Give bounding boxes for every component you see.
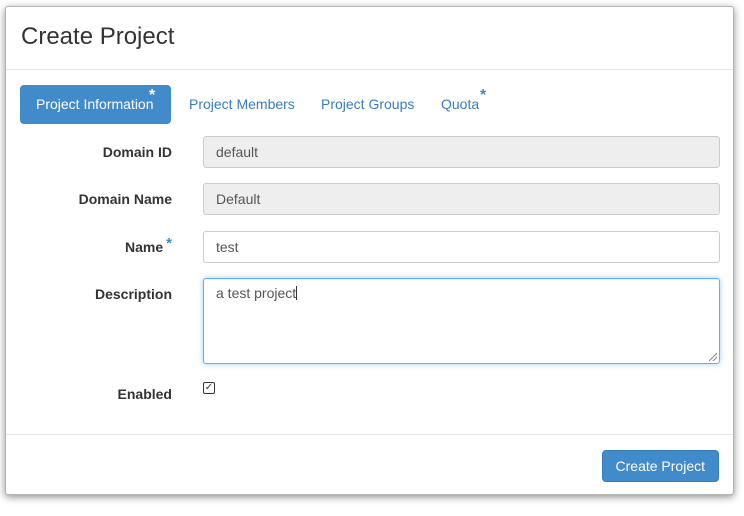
name-value: test — [216, 239, 239, 255]
enabled-checkbox[interactable]: ✓ — [203, 382, 215, 394]
wizard-tabs: Project Information * Project Members Pr… — [20, 85, 720, 125]
text-caret — [296, 286, 298, 300]
domain-id-value: default — [216, 144, 259, 160]
tab-label: Project Groups — [321, 96, 415, 112]
tab-project-information[interactable]: Project Information * — [20, 85, 171, 124]
description-label: Description — [94, 286, 172, 302]
modal-title: Create Project — [21, 23, 175, 50]
resize-grip-icon[interactable] — [709, 353, 717, 361]
domain-id-field: default — [203, 136, 720, 168]
domain-id-label: Domain ID — [102, 144, 172, 160]
tab-project-members[interactable]: Project Members — [189, 85, 295, 124]
required-marker: * — [166, 235, 172, 252]
domain-name-label: Domain Name — [78, 191, 172, 207]
modal-footer: Create Project — [6, 434, 733, 495]
check-icon: ✓ — [204, 382, 214, 393]
tab-label: Quota — [441, 96, 480, 112]
required-marker: * — [480, 87, 487, 104]
tab-quota[interactable]: Quota * — [441, 85, 486, 124]
create-project-dialog: Create Project Project Information * Pro… — [5, 6, 734, 495]
name-input[interactable]: test — [203, 231, 720, 263]
name-label: Name * — [125, 235, 172, 256]
required-marker: * — [149, 87, 156, 104]
modal-header: Create Project — [6, 7, 733, 70]
description-textarea[interactable]: a test project — [203, 278, 720, 364]
enabled-label: Enabled — [117, 386, 172, 402]
tab-label: Project Information — [36, 96, 154, 112]
create-project-button[interactable]: Create Project — [601, 450, 719, 482]
domain-name-field: Default — [203, 183, 720, 215]
description-value: a test project — [216, 285, 297, 301]
domain-name-value: Default — [216, 191, 261, 207]
tab-label: Project Members — [189, 96, 295, 112]
name-label-text: Name — [125, 239, 164, 255]
tab-project-groups[interactable]: Project Groups — [321, 85, 414, 124]
